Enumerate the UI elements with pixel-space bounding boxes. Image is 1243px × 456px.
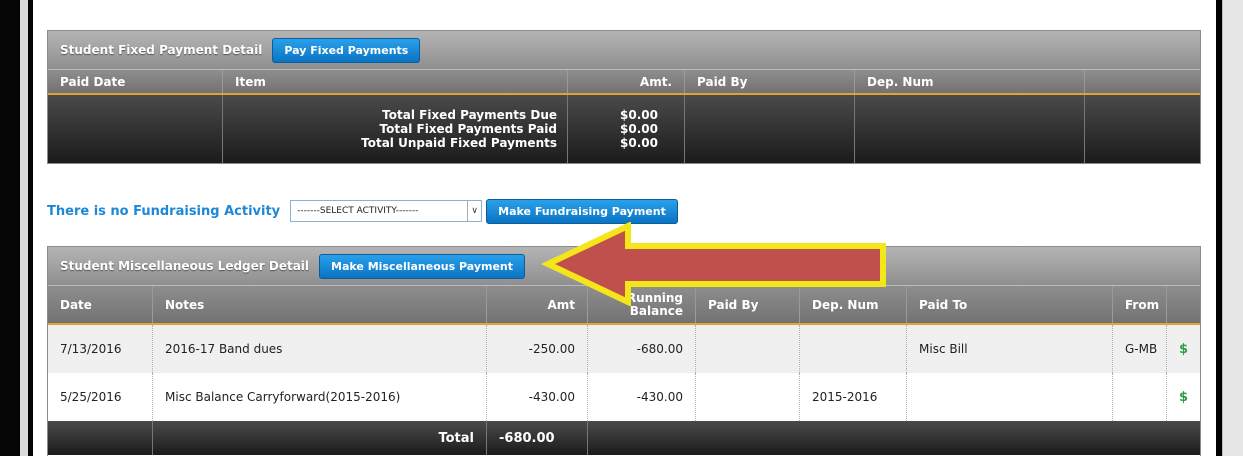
activity-select-value: -------SELECT ACTIVITY------- [297,206,419,216]
fixed-payment-panel: Student Fixed Payment Detail Pay Fixed P… [47,30,1201,164]
misc-total-value: -680.00 [487,421,588,455]
money-icon[interactable]: $ [1179,342,1188,357]
total-paid-value: $0.00 [620,122,658,136]
col-paid-date[interactable]: Paid Date [48,70,223,93]
row-from: G-MB [1113,325,1167,373]
misc-ledger-total-row: Total -680.00 [48,421,1200,455]
col-dep-num[interactable]: Dep. Num [855,70,1085,93]
row-from [1113,373,1167,421]
col-running-line-2: Balance [629,303,683,318]
row-paid-to [907,373,1113,421]
totals-paid-by-cell [685,95,855,163]
window-frame-left-bar [20,0,28,456]
activity-select[interactable]: -------SELECT ACTIVITY------- ∨ [290,200,483,222]
table-row: 7/13/2016 2016-17 Band dues -250.00 -680… [48,325,1200,373]
col-date[interactable]: Date [48,286,153,323]
row-running: -680.00 [588,325,696,373]
totals-empty-cell [1085,95,1200,163]
page-content: Student Fixed Payment Detail Pay Fixed P… [33,0,1216,456]
row-paid-by [696,325,800,373]
table-row: 5/25/2016 Misc Balance Carryforward(2015… [48,373,1200,421]
row-dep-num: 2015-2016 [800,373,907,421]
total-spacer [48,421,153,455]
row-date: 5/25/2016 [48,373,153,421]
make-fundraising-payment-button[interactable]: Make Fundraising Payment [486,198,678,224]
total-unpaid-label: Total Unpaid Fixed Payments [361,136,557,150]
money-icon[interactable]: $ [1179,390,1188,405]
row-notes: 2016-17 Band dues [153,325,487,373]
misc-ledger-panel-title: Student Miscellaneous Ledger Detail [60,259,310,273]
row-action: $ [1167,373,1200,421]
total-due-value: $0.00 [620,108,658,122]
totals-labels: Total Fixed Payments Due Total Fixed Pay… [223,95,568,163]
total-paid-label: Total Fixed Payments Paid [379,122,557,136]
row-amt: -430.00 [487,373,588,421]
total-unpaid-value: $0.00 [620,136,658,150]
col-from[interactable]: From [1113,286,1167,323]
col-paid-by[interactable]: Paid By [685,70,855,93]
totals-dep-num-cell [855,95,1085,163]
col-paid-to[interactable]: Paid To [907,286,1113,323]
scrollbar-track[interactable] [1222,0,1243,456]
row-notes: Misc Balance Carryforward(2015-2016) [153,373,487,421]
col-item[interactable]: Item [223,70,568,93]
row-paid-to: Misc Bill [907,325,1113,373]
col-amt[interactable]: Amt. [568,70,685,93]
row-date: 7/13/2016 [48,325,153,373]
col-icon [1167,286,1200,323]
row-paid-by [696,373,800,421]
row-amt: -250.00 [487,325,588,373]
total-empty [588,421,1200,455]
col-notes[interactable]: Notes [153,286,487,323]
totals-spacer [48,95,223,163]
fundraising-label: There is no Fundraising Activity [47,203,281,219]
misc-total-label: Total [153,421,487,455]
total-due-label: Total Fixed Payments Due [382,108,557,122]
window-frame-left [0,0,33,456]
fixed-payment-panel-title: Student Fixed Payment Detail [60,43,263,57]
row-running: -430.00 [588,373,696,421]
fixed-payment-panel-header: Student Fixed Payment Detail Pay Fixed P… [48,31,1200,69]
pay-fixed-payments-button[interactable]: Pay Fixed Payments [272,37,421,63]
red-arrow-icon [541,222,886,306]
row-action: $ [1167,325,1200,373]
row-dep-num [800,325,907,373]
totals-values: $0.00 $0.00 $0.00 [568,95,685,163]
fixed-payment-header-row: Paid Date Item Amt. Paid By Dep. Num [48,69,1200,95]
fixed-payment-totals-row: Total Fixed Payments Due Total Fixed Pay… [48,95,1200,163]
col-empty [1085,70,1200,93]
make-miscellaneous-payment-button[interactable]: Make Miscellaneous Payment [319,253,526,279]
chevron-down-icon[interactable]: ∨ [467,201,481,221]
